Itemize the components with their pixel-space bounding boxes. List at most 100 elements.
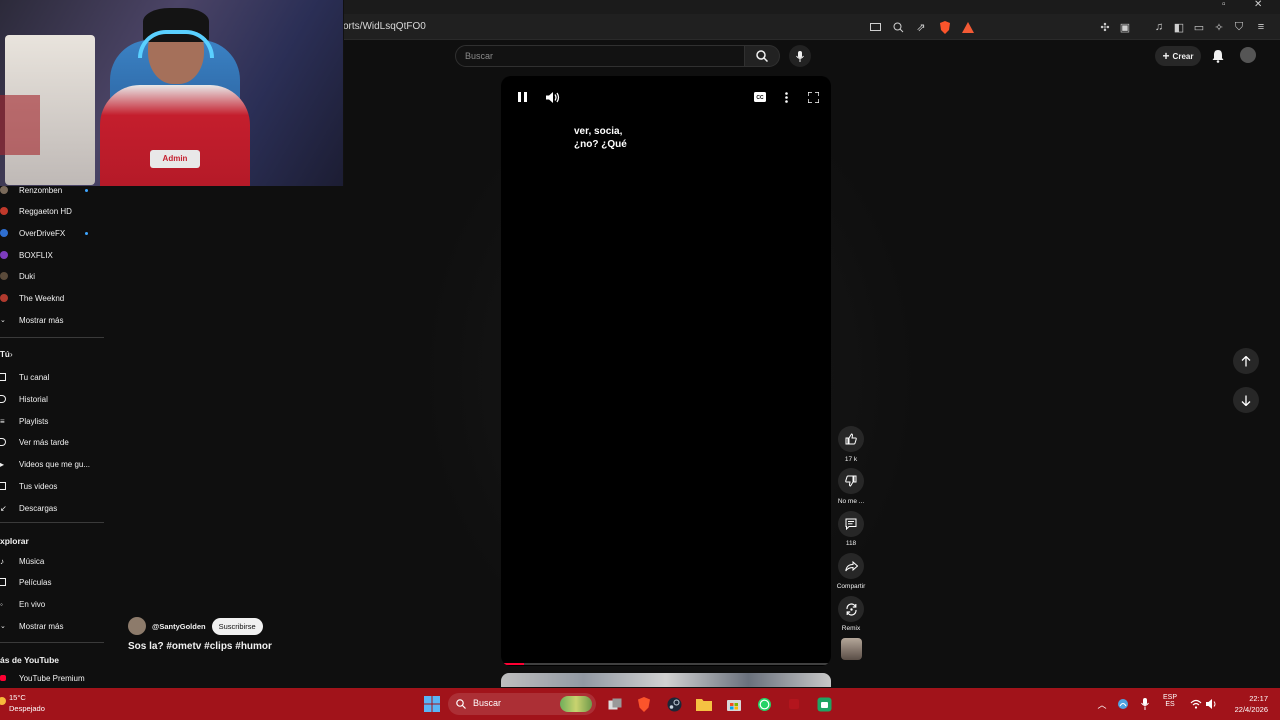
sidebar-item-the-weeknd[interactable]: The Weeknd <box>0 289 105 307</box>
remix-icon <box>845 602 857 616</box>
windows-taskbar: 15°C Despejado Buscar ︿ ESP ES 22:17 22/… <box>0 688 1280 720</box>
short-video-player[interactable]: CC ver, socia, ¿no? ¿Qué <box>501 76 831 666</box>
tray-microphone[interactable] <box>1136 695 1154 713</box>
sound-thumbnail[interactable] <box>841 638 862 660</box>
task-view-button[interactable] <box>606 695 624 713</box>
leo-icon[interactable]: ✧ <box>1211 19 1227 35</box>
like-button[interactable] <box>838 426 864 452</box>
search-input[interactable]: Buscar <box>455 45 745 67</box>
brave-shield-icon[interactable] <box>937 19 953 35</box>
sidebar-item-watch-later[interactable]: Ver más tarde <box>0 433 105 451</box>
sidebar-item-reggaeton-hd[interactable]: Reggaeton HD <box>0 202 105 220</box>
tray-volume[interactable] <box>1203 695 1221 713</box>
create-button[interactable]: + Crear <box>1155 46 1201 66</box>
start-button[interactable] <box>423 695 441 713</box>
taskbar-search[interactable]: Buscar <box>448 693 596 715</box>
steam-icon <box>667 697 681 711</box>
captions-button[interactable]: CC <box>753 91 767 103</box>
svg-text:CC: CC <box>756 95 764 101</box>
channel-row: @SantyGolden Suscribirse <box>128 617 263 635</box>
cast-icon[interactable] <box>867 19 883 35</box>
remix-button[interactable] <box>838 596 864 622</box>
media-icon[interactable]: ♫ <box>1151 19 1167 35</box>
microphone-icon <box>796 50 804 62</box>
dislike-button[interactable] <box>838 468 864 494</box>
sidebar-item-liked-videos[interactable]: ▸ Videos que me gu... <box>0 455 105 473</box>
volume-button[interactable] <box>545 90 561 104</box>
system-clock[interactable]: 22:17 22/4/2026 <box>1226 693 1268 715</box>
vpn-icon[interactable]: ⛉ <box>1231 19 1247 35</box>
menu-icon[interactable]: ≡ <box>1253 19 1269 35</box>
address-bar[interactable]: orts/WidLsqQtFO0 <box>343 21 426 32</box>
sidebar-item-playlists[interactable]: ≡ Playlists <box>0 412 105 430</box>
channel-avatar[interactable] <box>128 617 146 635</box>
taskbar-steam[interactable] <box>665 695 683 713</box>
sidebar-item-label: Tus videos <box>19 481 58 491</box>
search-button[interactable] <box>745 45 780 67</box>
tab-icon[interactable]: ▣ <box>1117 19 1133 35</box>
next-short-preview[interactable] <box>501 673 831 687</box>
maximize-icon[interactable]: ▫ <box>1222 0 1226 10</box>
history-icon <box>0 395 6 403</box>
channel-avatar <box>0 186 8 194</box>
comments-button[interactable] <box>838 511 864 537</box>
sidebar-item-overdrivefx[interactable]: OverDriveFX <box>0 224 105 242</box>
sidebar-item-label: Música <box>19 556 45 566</box>
music-icon: ♪ <box>0 556 4 566</box>
zoom-icon[interactable] <box>890 19 906 35</box>
taskbar-brave[interactable] <box>635 695 653 713</box>
sidebar-show-more-subscriptions[interactable]: ⌄ Mostrar más <box>0 311 105 329</box>
sidebar-item-boxflix[interactable]: BOXFLIX <box>0 246 105 264</box>
sidebar-item-downloads[interactable]: ↙ Descargas <box>0 499 105 517</box>
pause-button[interactable] <box>515 90 529 104</box>
taskbar-app-red[interactable] <box>785 695 803 713</box>
show-hidden-icons-button[interactable]: ︿ <box>1093 695 1111 713</box>
sidebar-item-label: Descargas <box>19 503 58 513</box>
extensions-icon[interactable]: ✣ <box>1097 19 1113 35</box>
previous-short-button[interactable] <box>1233 348 1259 374</box>
sidebar-item-movies[interactable]: Películas <box>0 573 105 591</box>
channel-avatar <box>0 272 8 280</box>
notifications-bell-icon[interactable] <box>1210 48 1226 64</box>
sidebar-heading-label: Tú <box>0 349 10 359</box>
channel-name[interactable]: @SantyGolden <box>152 622 206 631</box>
sidebar-item-live[interactable]: ◦ En vivo <box>0 595 105 613</box>
more-options-button[interactable] <box>780 90 792 104</box>
caption-line: ver, socia, <box>574 126 623 137</box>
fullscreen-button[interactable] <box>806 90 820 104</box>
subscribe-button[interactable]: Suscribirse <box>211 617 263 635</box>
voice-search-button[interactable] <box>789 45 811 67</box>
new-content-dot <box>85 231 88 235</box>
taskbar-whatsapp[interactable] <box>755 695 773 713</box>
sidebar-heading-you[interactable]: Tú › <box>0 345 105 363</box>
weather-description[interactable]: Despejado <box>9 704 45 713</box>
sidebar-toggle-icon[interactable]: ◧ <box>1171 19 1187 35</box>
short-title[interactable]: Sos la? #ometv #clips #humor <box>128 641 272 652</box>
sidebar-show-more-explore[interactable]: ⌄ Mostrar más <box>0 617 105 635</box>
sidebar-item-your-channel[interactable]: Tu canal <box>0 368 105 386</box>
input-language[interactable]: ESP ES <box>1159 694 1181 708</box>
tray-security[interactable] <box>1114 695 1132 713</box>
like-count: 17 k <box>844 456 858 463</box>
thumbs-up-icon <box>845 433 857 445</box>
share-button[interactable] <box>838 553 864 579</box>
sidebar-item-music[interactable]: ♪ Música <box>0 552 105 570</box>
sidebar-item-your-videos[interactable]: Tus videos <box>0 477 105 495</box>
sidebar-item-duki[interactable]: Duki <box>0 267 105 285</box>
taskbar-android-app[interactable] <box>815 695 833 713</box>
rewards-icon[interactable] <box>960 19 976 35</box>
taskbar-store[interactable] <box>725 695 743 713</box>
progress-bar[interactable] <box>501 663 831 665</box>
account-avatar[interactable] <box>1240 47 1256 63</box>
remix-label: Remix <box>841 625 861 632</box>
sidebar-item-history[interactable]: Historial <box>0 390 105 408</box>
wallet-icon[interactable]: ▭ <box>1191 19 1207 35</box>
close-icon[interactable]: ✕ <box>1254 0 1262 10</box>
search-icon <box>756 50 768 62</box>
weather-temperature[interactable]: 15°C <box>9 693 26 702</box>
taskbar-file-explorer[interactable] <box>695 695 713 713</box>
volume-icon <box>546 91 560 103</box>
share-page-icon[interactable]: ⇗ <box>913 19 929 35</box>
sidebar-item-youtube-premium[interactable]: YouTube Premium <box>0 669 105 687</box>
next-short-button[interactable] <box>1233 387 1259 413</box>
